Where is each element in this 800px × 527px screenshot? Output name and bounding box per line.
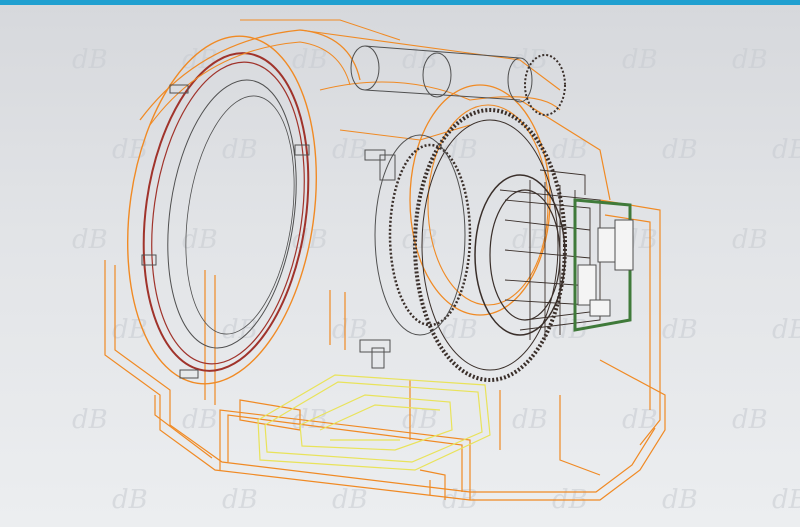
gear-ring bbox=[374, 108, 567, 382]
front-lens-ring bbox=[126, 19, 401, 385]
top-cylinder bbox=[350, 45, 566, 116]
camera-housing-wireframe-model[interactable] bbox=[0, 0, 800, 527]
mounting-screws bbox=[141, 84, 396, 379]
body-tube bbox=[299, 29, 561, 316]
cad-viewport[interactable]: dBdBdBdBdBdBdBdBdBdBdBdBdBdBdBdBdBdBdBdB… bbox=[0, 0, 800, 527]
base-plate bbox=[257, 374, 491, 471]
connector-board bbox=[573, 198, 634, 332]
